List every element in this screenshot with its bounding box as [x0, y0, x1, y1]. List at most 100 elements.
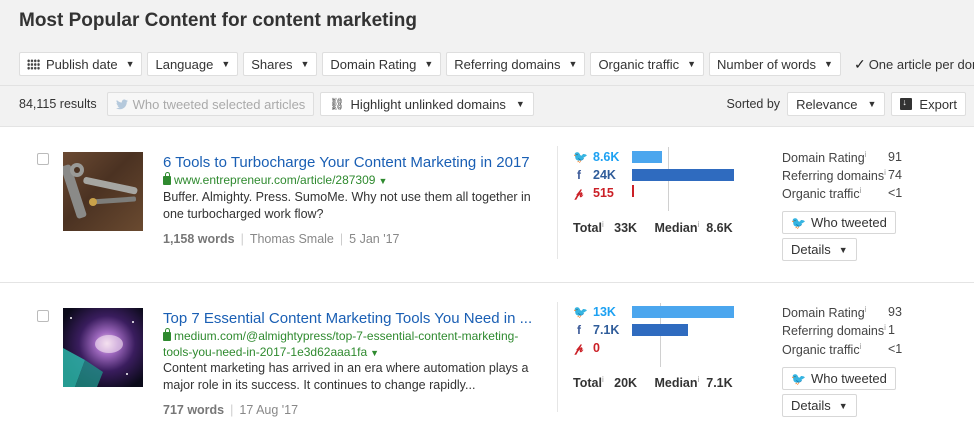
pinterest-shares: 515 — [593, 186, 614, 200]
organic-traffic-value: <1 — [888, 342, 903, 356]
info-icon: i — [697, 220, 700, 229]
article-meta: 1,158 words | Thomas Smale | 5 Jan '17 — [163, 232, 400, 246]
chevron-down-icon: ▼ — [424, 59, 434, 69]
column-divider — [557, 302, 558, 412]
referring-domains-label: Referring domains — [782, 324, 885, 339]
filter-label: Language — [155, 56, 214, 72]
median-value: 8.6K — [706, 221, 733, 236]
article-description: Buffer. Almighty. Press. SumoMe. Why not… — [163, 190, 531, 221]
lock-icon — [163, 172, 171, 185]
article-date: 17 Aug '17 — [239, 403, 299, 417]
referring-domains-value: 1 — [888, 323, 895, 337]
word-count: 1,158 words — [163, 232, 235, 246]
chevron-down-icon: ▼ — [824, 59, 833, 69]
article-url[interactable]: www.entrepreneur.com/article/287309 ▼ — [163, 172, 387, 189]
article-checkbox[interactable] — [37, 310, 49, 322]
info-icon: i — [859, 342, 862, 351]
filter-publish-date[interactable]: Publish date ▼ — [19, 52, 143, 76]
details-dropdown[interactable]: Details ▼ — [782, 238, 857, 261]
info-icon: i — [697, 375, 700, 384]
column-divider — [557, 146, 558, 259]
filter-number-of-words[interactable]: Number of words ▼ — [709, 52, 841, 76]
article-card: Top 7 Essential Content Marketing Tools … — [0, 282, 974, 431]
total-value: 33K — [614, 221, 638, 236]
filter-label: Shares — [251, 56, 293, 72]
who-tweeted-label: Who tweeted — [810, 215, 887, 230]
referring-domains-row: Referring domainsi 1 — [782, 323, 912, 338]
article-meta: 717 words | 17 Aug '17 — [163, 403, 299, 417]
referring-domains-row: Referring domainsi 74 — [782, 168, 912, 183]
filter-label: Number of words — [717, 56, 817, 72]
median-value: 7.1K — [706, 376, 733, 391]
organic-traffic-value: <1 — [888, 186, 903, 200]
article-author: Thomas Smale — [249, 232, 334, 246]
article-date: 5 Jan '17 — [349, 232, 400, 246]
article-url[interactable]: medium.com/@almightypress/top-7-essentia… — [163, 328, 543, 361]
article-description: Content marketing has arrived in an era … — [163, 361, 529, 392]
article-thumbnail[interactable] — [63, 152, 143, 231]
domain-rating-row: Domain Ratingi 91 — [782, 150, 912, 165]
domain-rating-value: 91 — [888, 150, 902, 164]
word-count: 717 words — [163, 403, 225, 417]
chevron-down-icon: ▼ — [838, 244, 848, 255]
article-url-text: medium.com/@almightypress/top-7-essentia… — [163, 329, 519, 359]
highlight-unlinked-dropdown[interactable]: ⛓ Highlight unlinked domains ▼ — [320, 92, 534, 116]
sort-dropdown[interactable]: Relevance ▼ — [787, 92, 886, 116]
filter-bar: Publish date ▼ Language ▼ Shares ▼ Domai… — [19, 52, 974, 76]
filter-label: Referring domains — [454, 56, 561, 72]
filter-referring-domains[interactable]: Referring domains ▼ — [446, 52, 586, 76]
who-tweeted-button[interactable]: 🐦 Who tweeted — [782, 211, 896, 234]
download-icon — [900, 97, 913, 110]
facebook-bar — [632, 169, 734, 181]
page-title: Most Popular Content for content marketi… — [19, 10, 417, 31]
chevron-down-icon: ▼ — [838, 400, 848, 411]
twitter-bird-icon: 🐦 — [573, 150, 588, 164]
filter-label: Organic traffic — [598, 56, 680, 72]
filter-domain-rating[interactable]: Domain Rating ▼ — [322, 52, 442, 76]
details-label: Details — [791, 242, 831, 257]
facebook-bar — [632, 324, 688, 336]
sort-value: Relevance — [796, 96, 858, 112]
twitter-bird-icon — [115, 99, 128, 109]
pinterest-shares: 0 — [593, 341, 600, 355]
link-break-icon: ⛓ — [329, 97, 345, 111]
article-title-link[interactable]: 6 Tools to Turbocharge Your Content Mark… — [163, 154, 530, 171]
twitter-bar — [632, 306, 734, 318]
article-checkbox[interactable] — [37, 153, 49, 165]
organic-traffic-row: Organic traffici <1 — [782, 342, 912, 357]
info-icon: i — [884, 323, 886, 332]
filter-language[interactable]: Language ▼ — [147, 52, 239, 76]
organic-traffic-label: Organic traffic — [782, 187, 860, 202]
chevron-down-icon: ▼ — [867, 99, 877, 109]
article-card: 6 Tools to Turbocharge Your Content Mark… — [0, 126, 974, 282]
total-label: Total — [573, 376, 602, 391]
caret-down-icon: ▼ — [370, 348, 380, 358]
filter-label: Domain Rating — [330, 56, 417, 72]
one-article-per-domain-toggle[interactable]: ✓ One article per domain β — [854, 56, 974, 73]
who-tweeted-button[interactable]: 🐦 Who tweeted — [782, 367, 896, 390]
article-title-link[interactable]: Top 7 Essential Content Marketing Tools … — [163, 310, 532, 327]
organic-traffic-label: Organic traffic — [782, 343, 860, 358]
chevron-down-icon: ▼ — [568, 59, 578, 69]
details-dropdown[interactable]: Details ▼ — [782, 394, 857, 417]
details-label: Details — [791, 398, 831, 413]
pinterest-p-icon: 𝓅 — [574, 185, 584, 200]
who-tweeted-selected-button[interactable]: Who tweeted selected articles — [106, 92, 315, 116]
info-icon: i — [601, 375, 604, 384]
filter-organic-traffic[interactable]: Organic traffic ▼ — [590, 52, 705, 76]
total-value: 20K — [614, 376, 638, 391]
chevron-down-icon: ▼ — [515, 99, 525, 109]
info-icon: i — [864, 150, 867, 159]
who-tweeted-label: Who tweeted — [810, 371, 887, 386]
results-count: 84,115 results — [19, 97, 97, 111]
article-thumbnail[interactable] — [63, 308, 143, 387]
pinterest-p-icon: 𝓅 — [574, 340, 584, 355]
domain-rating-row: Domain Ratingi 93 — [782, 305, 912, 320]
filter-shares[interactable]: Shares ▼ — [243, 52, 318, 76]
twitter-bar — [632, 151, 662, 163]
calendar-grid-icon — [27, 58, 40, 70]
results-toolbar: 84,115 results Who tweeted selected arti… — [19, 92, 966, 116]
export-button[interactable]: Export — [891, 92, 966, 116]
article-url-text: www.entrepreneur.com/article/287309 — [174, 173, 376, 187]
caret-down-icon: ▼ — [378, 176, 388, 186]
